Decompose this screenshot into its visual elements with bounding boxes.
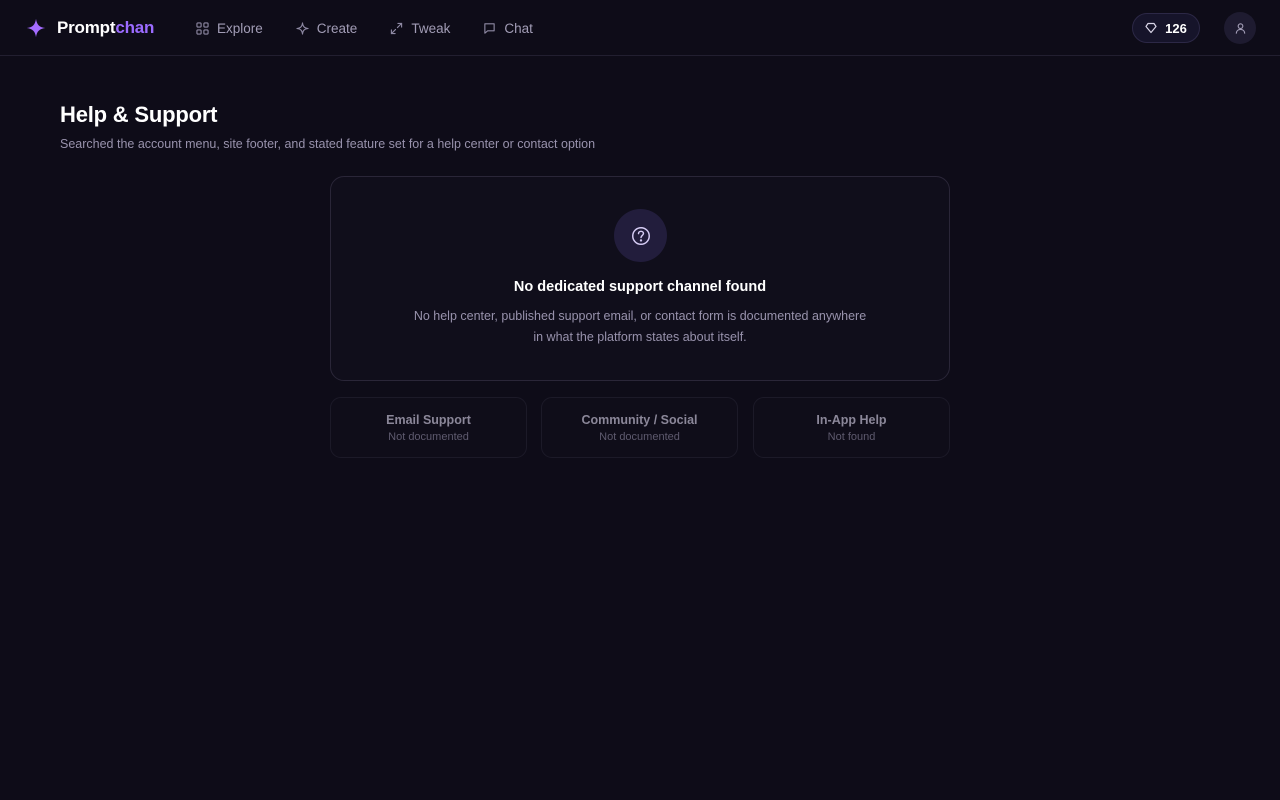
gem-icon [1145, 22, 1157, 34]
sparkle-outline-icon [296, 21, 309, 35]
channel-title: In-App Help [816, 413, 887, 427]
channel-status: Not found [827, 431, 876, 443]
main-nav: Explore Create Tweak Chat [196, 16, 565, 40]
brand-name-part2: chan [115, 18, 155, 37]
no-support-notice-card: No dedicated support channel found No he… [330, 176, 950, 381]
nav-item-explore[interactable]: Explore [196, 16, 263, 40]
nav-item-label: Chat [504, 20, 533, 36]
nav-item-label: Tweak [411, 20, 451, 36]
chat-bubble-icon [484, 22, 496, 34]
question-circle-icon [631, 226, 650, 245]
page-title: Help & Support [60, 102, 218, 127]
credits-count: 126 [1165, 20, 1187, 36]
sparkle-icon [26, 18, 46, 38]
nav-item-create[interactable]: Create [296, 16, 358, 40]
expand-arrows-icon [391, 22, 403, 34]
nav-item-chat[interactable]: Chat [483, 16, 533, 40]
top-navigation-bar: Promptchan Explore Create Tweak Chat 126 [0, 0, 1280, 56]
nav-item-label: Explore [217, 20, 263, 36]
notice-body-line1: No help center, published support email,… [413, 309, 867, 323]
page-subtitle: Searched the account menu, site footer, … [60, 137, 596, 151]
brand-logo[interactable]: Promptchan [26, 16, 154, 40]
channel-title: Email Support [386, 413, 471, 427]
channel-tile-community-social: Community / Social Not documented [541, 397, 738, 458]
notice-heading: No dedicated support channel found [513, 279, 767, 295]
channel-title: Community / Social [581, 413, 698, 427]
channel-tile-email-support: Email Support Not documented [330, 397, 527, 458]
account-avatar-button[interactable] [1224, 12, 1256, 44]
nav-item-tweak[interactable]: Tweak [390, 16, 450, 40]
help-icon-badge [614, 209, 667, 262]
nav-item-label: Create [316, 20, 358, 36]
credits-badge[interactable]: 126 [1132, 13, 1200, 43]
brand-name-part1: Prompt [57, 18, 116, 37]
channel-status: Not documented [388, 431, 469, 443]
notice-body-line2: in what the platform states about itself… [533, 330, 747, 344]
notice-body: No help center, published support email,… [401, 306, 879, 348]
channel-status: Not documented [599, 431, 680, 443]
grid-icon [196, 21, 209, 35]
channel-tile-in-app-help: In-App Help Not found [753, 397, 950, 458]
user-icon [1235, 22, 1245, 34]
brand-name: Promptchan [57, 18, 154, 38]
